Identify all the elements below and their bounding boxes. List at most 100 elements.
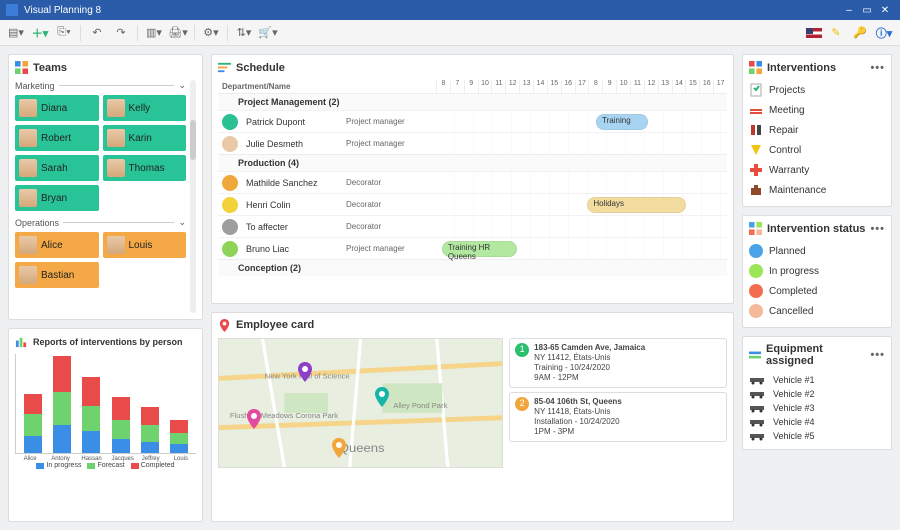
location-card[interactable]: 1183-65 Camden Ave, JamaicaNY 11412, Éta… <box>509 338 727 388</box>
member-name: Thomas <box>129 163 165 174</box>
schedule-group[interactable]: Conception (2) <box>218 259 727 276</box>
intervention-item[interactable]: Meeting <box>749 100 885 120</box>
file-dropdown[interactable]: ▤▾ <box>6 23 26 43</box>
chart-bar <box>141 407 159 453</box>
main-toolbar: ▤▾ ＋▾ ⎘▾ ↶ ↷ ▥▾ 🖨▾ ⚙▾ ⇅▾ 🛒▾ ✎ 🔑 ⓘ▾ <box>0 20 900 46</box>
minimize-button[interactable]: – <box>840 5 858 16</box>
status-more[interactable]: ••• <box>870 223 885 235</box>
svg-text:Alley Pond Park: Alley Pond Park <box>393 401 448 410</box>
team-member-card[interactable]: Louis <box>103 232 187 258</box>
intervention-type-icon <box>749 103 763 117</box>
schedule-group[interactable]: Project Management (2) <box>218 93 727 110</box>
schedule-row[interactable]: Julie DesmethProject manager <box>218 132 727 154</box>
avatar <box>19 189 37 207</box>
redo-button[interactable]: ↷ <box>111 23 131 43</box>
equipment-more[interactable]: ••• <box>870 349 885 361</box>
schedule-row[interactable]: Patrick DupontProject managerTraining <box>218 110 727 132</box>
equipment-panel: Equipment assigned ••• Vehicle #1Vehicle… <box>742 336 892 450</box>
equipment-item[interactable]: Vehicle #3 <box>749 401 885 415</box>
member-name: Alice <box>41 240 63 251</box>
avatar <box>107 99 125 117</box>
member-name: Kelly <box>129 103 151 114</box>
vehicle-icon <box>749 431 767 441</box>
team-member-card[interactable]: Diana <box>15 95 99 121</box>
status-item[interactable]: In progress <box>749 261 885 281</box>
team-member-card[interactable]: Robert <box>15 125 99 151</box>
row-avatar-dot <box>222 175 238 191</box>
intervention-type-icon <box>749 183 763 197</box>
team-member-card[interactable]: Thomas <box>103 155 187 181</box>
close-button[interactable]: ✕ <box>876 5 894 16</box>
schedule-event[interactable]: Training <box>596 114 648 130</box>
intervention-item[interactable]: Maintenance <box>749 180 885 200</box>
equipment-item[interactable]: Vehicle #1 <box>749 373 885 387</box>
team-member-card[interactable]: Alice <box>15 232 99 258</box>
row-avatar-dot <box>222 197 238 213</box>
intervention-item[interactable]: Warranty <box>749 160 885 180</box>
team-member-card[interactable]: Bastian <box>15 262 99 288</box>
map-pin-magenta[interactable] <box>247 409 261 429</box>
intervention-item[interactable]: Projects <box>749 80 885 100</box>
schedule-row[interactable]: Mathilde SanchezDecorator <box>218 171 727 193</box>
collapse-icon[interactable]: ⌄ <box>178 217 186 228</box>
interventions-more[interactable]: ••• <box>870 62 885 74</box>
chart-bar <box>82 377 100 453</box>
copy-button[interactable]: ⎘▾ <box>54 23 74 43</box>
intervention-type-icon <box>749 163 763 177</box>
sort-button[interactable]: ⇅▾ <box>234 23 254 43</box>
map-pin-orange[interactable] <box>332 438 346 458</box>
team-member-card[interactable]: Karin <box>103 125 187 151</box>
undo-button[interactable]: ↶ <box>87 23 107 43</box>
row-avatar-dot <box>222 114 238 130</box>
map-pin-teal[interactable] <box>375 387 389 407</box>
info-icon[interactable]: ⓘ▾ <box>874 23 894 43</box>
chart-bar <box>112 397 130 453</box>
map-view[interactable]: Queens New York Hall of Science Flushing… <box>218 338 503 468</box>
intervention-item[interactable]: Control <box>749 140 885 160</box>
print-button[interactable]: 🖨▾ <box>168 23 188 43</box>
schedule-title: Schedule <box>236 62 285 74</box>
teams-panel: Teams Marketing⌄DianaKellyRobertKarinSar… <box>8 54 203 320</box>
team-member-card[interactable]: Kelly <box>103 95 187 121</box>
key-icon[interactable]: 🔑 <box>850 23 870 43</box>
team-member-card[interactable]: Sarah <box>15 155 99 181</box>
team-member-card[interactable]: Bryan <box>15 185 99 211</box>
schedule-event[interactable]: Holidays <box>587 197 686 213</box>
schedule-row[interactable]: Henri ColinDecoratorHolidays <box>218 193 727 215</box>
add-button[interactable]: ＋▾ <box>30 23 50 43</box>
location-card[interactable]: 285-04 106th St, QueensNY 11418, États-U… <box>509 392 727 442</box>
map-pin-icon <box>218 319 231 332</box>
avatar <box>19 236 37 254</box>
equipment-item[interactable]: Vehicle #4 <box>749 415 885 429</box>
status-panel: Intervention status ••• PlannedIn progre… <box>742 215 892 328</box>
member-name: Sarah <box>41 163 68 174</box>
schedule-icon <box>218 61 231 74</box>
status-item[interactable]: Cancelled <box>749 301 885 321</box>
schedule-group[interactable]: Production (4) <box>218 154 727 171</box>
status-item[interactable]: Completed <box>749 281 885 301</box>
settings-button[interactable]: ⚙▾ <box>201 23 221 43</box>
row-avatar-dot <box>222 241 238 257</box>
vehicle-icon <box>749 375 767 385</box>
intervention-item[interactable]: Repair <box>749 120 885 140</box>
teams-scrollbar[interactable] <box>190 80 196 313</box>
collapse-icon[interactable]: ⌄ <box>178 80 186 91</box>
status-item[interactable]: Planned <box>749 241 885 261</box>
maximize-button[interactable]: ▭ <box>858 5 876 16</box>
avatar <box>19 266 37 284</box>
schedule-row[interactable]: To affecterDecorator <box>218 215 727 237</box>
layout-button[interactable]: ▥▾ <box>144 23 164 43</box>
status-title: Intervention status <box>767 223 865 235</box>
schedule-row[interactable]: Bruno LiacProject managerTraining HR Que… <box>218 237 727 259</box>
equipment-item[interactable]: Vehicle #5 <box>749 429 885 443</box>
intervention-type-icon <box>749 83 763 97</box>
edit-icon[interactable]: ✎ <box>826 23 846 43</box>
schedule-event[interactable]: Training HR Queens <box>442 241 518 257</box>
map-pin-purple[interactable] <box>298 362 312 382</box>
cart-button[interactable]: 🛒▾ <box>258 23 278 43</box>
equipment-item[interactable]: Vehicle #2 <box>749 387 885 401</box>
reports-title: Reports of interventions by person <box>33 337 183 347</box>
avatar <box>19 129 37 147</box>
language-flag-icon[interactable] <box>806 28 822 38</box>
intervention-type-icon <box>749 143 763 157</box>
